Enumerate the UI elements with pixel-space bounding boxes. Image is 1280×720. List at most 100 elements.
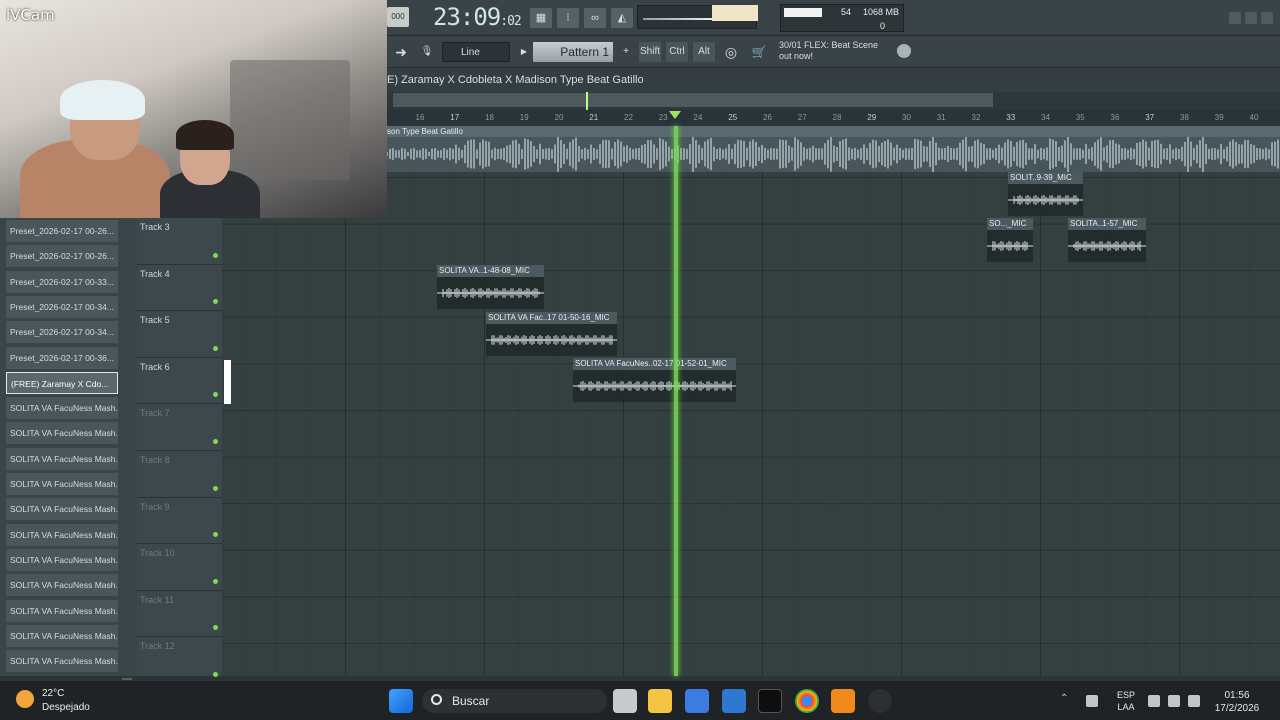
browser-item[interactable]: SOLITA VA FacuNess Mash... <box>6 523 118 546</box>
playlist-overview[interactable] <box>387 92 1280 110</box>
chrome-icon[interactable] <box>795 689 819 713</box>
track-header[interactable]: Track 9 <box>137 498 222 545</box>
playhead[interactable] <box>674 126 678 676</box>
task-view-icon[interactable] <box>613 689 637 713</box>
track-mute-led[interactable] <box>213 392 218 398</box>
clip-waveform <box>486 335 617 345</box>
browser-item[interactable]: SOLITA VA FacuNess Mash... <box>6 624 118 647</box>
clock[interactable]: 01:56 17/2/2026 <box>1212 689 1262 715</box>
file-explorer-icon[interactable] <box>648 689 672 713</box>
maximize-icon[interactable] <box>1245 12 1257 24</box>
browser-item[interactable]: SOLITA VA FacuNess Mash... <box>6 422 118 445</box>
microphone-tray-icon[interactable] <box>1086 695 1098 707</box>
play-pattern-icon[interactable]: ▶ <box>519 42 529 62</box>
language-indicator[interactable]: ESP LAA <box>1114 689 1138 713</box>
track-header[interactable]: Track 4 <box>137 265 222 312</box>
audio-clip[interactable]: SOLIT..9-39_MIC <box>1008 172 1083 216</box>
audio-clip[interactable]: SOLITA VA..1-48-08_MIC <box>437 265 544 309</box>
chevron-up-icon[interactable]: ⌃ <box>1060 693 1072 705</box>
track-mute-led[interactable] <box>213 345 218 351</box>
browser-item[interactable]: Preset_2026-02-17 00-34... <box>6 295 118 318</box>
track-header[interactable]: Track 3 <box>137 218 222 265</box>
browser-item[interactable]: SOLITA VA FacuNess Mash... <box>6 650 118 673</box>
overview-window[interactable] <box>393 93 993 107</box>
store-icon[interactable] <box>685 689 709 713</box>
loop-icon[interactable]: ∞ <box>584 8 606 28</box>
track-header[interactable]: Track 11 <box>137 591 222 638</box>
browser-item[interactable]: SOLITA VA FacuNess Mash... <box>6 548 118 571</box>
track-header[interactable]: Track 6 <box>137 358 222 405</box>
browser-item[interactable]: Preset_2026-02-17 00-34... <box>6 321 118 344</box>
news-hint[interactable]: 30/01 FLEX: Beat Scene out now! <box>779 40 899 62</box>
browser-item[interactable]: Preset_2026-02-17 00-26... <box>6 220 118 242</box>
timeline-ruler[interactable]: 16 17 18 19 20 21 22 23 24 25 26 27 28 29 30 31 32 33 34 35… <box>387 110 1280 126</box>
audio-clip[interactable]: SOLITA..1-57_MIC <box>1068 218 1146 262</box>
browser-item[interactable]: Preset_2026-02-17 00-36... <box>6 346 118 369</box>
piano-roll-icon[interactable]: ▦ <box>530 8 552 28</box>
cart-icon[interactable]: 🛒 <box>749 42 769 62</box>
track-mute-led[interactable] <box>213 252 218 258</box>
ruler-bar-number: 18 <box>485 113 494 122</box>
pattern-selector[interactable]: Pattern 1 <box>533 42 613 62</box>
ruler-bar-number: 35 <box>1075 113 1085 122</box>
clip-waveform <box>573 381 736 391</box>
audio-clip[interactable]: SOLITA VA Fac..17 01-50-16_MIC <box>486 312 617 356</box>
audio-clip[interactable]: SO..._MIC <box>987 218 1033 262</box>
arrow-right-icon[interactable]: ➜ <box>393 42 409 62</box>
shift-key[interactable]: Shift <box>639 42 661 62</box>
fl-studio-window: iVCam 000 23:09:02 ▦ ⁝ ∞ ◭ 54 1068 MB 0 … <box>0 0 1280 720</box>
ctrl-key[interactable]: Ctrl <box>666 42 688 62</box>
audio-track[interactable]: son Type Beat Gatillo <box>387 126 1280 172</box>
track-mute-led[interactable] <box>213 671 218 677</box>
feedback-icon[interactable]: ◎ <box>721 42 741 62</box>
add-pattern-icon[interactable]: + <box>619 42 633 62</box>
browser-item[interactable]: (FREE) Zaramay X Cdo... <box>6 371 118 394</box>
clip-title: SOLITA VA..1-48-08_MIC <box>437 265 544 277</box>
track-header[interactable]: Track 5 <box>137 311 222 358</box>
browser-item[interactable]: SOLITA VA FacuNess Mash... <box>6 599 118 622</box>
master-volume-slider[interactable] <box>712 5 758 21</box>
track-selector-bar[interactable] <box>224 360 231 404</box>
track-mute-led[interactable] <box>213 625 218 631</box>
capcut-icon[interactable] <box>758 689 782 713</box>
edge-icon[interactable] <box>722 689 746 713</box>
track-header[interactable]: Track 12 <box>137 637 222 684</box>
song-position-clock[interactable]: 23:09:02 <box>433 3 522 31</box>
wifi-icon[interactable] <box>1148 695 1160 707</box>
browser-item[interactable]: Preset_2026-02-17 00-33... <box>6 270 118 293</box>
browser-item[interactable]: Preset_2026-02-17 00-26... <box>6 245 118 268</box>
audio-clip[interactable]: SOLITA VA FacuNes..02-17 01-52-01_MIC <box>573 358 736 402</box>
track-mute-led[interactable] <box>213 438 218 444</box>
browser-item[interactable]: SOLITA VA FacuNess Mash... <box>6 473 118 495</box>
metronome-icon[interactable]: ◭ <box>611 8 633 28</box>
snap-select[interactable]: Line <box>442 42 510 62</box>
step-icon[interactable]: ⁝ <box>557 8 579 28</box>
track-header[interactable]: Track 10 <box>137 544 222 591</box>
battery-icon[interactable] <box>1188 695 1200 707</box>
moon-icon <box>16 690 34 708</box>
windows-start-icon[interactable] <box>389 689 413 713</box>
play-position-marker[interactable] <box>669 111 681 119</box>
fl-studio-icon[interactable] <box>831 689 855 713</box>
globe-icon[interactable] <box>897 44 911 58</box>
track-header[interactable]: Track 8 <box>137 451 222 498</box>
tempo-display[interactable]: 000 <box>387 7 409 27</box>
track-mute-led[interactable] <box>213 532 218 538</box>
cpu-memory-monitor: 54 1068 MB 0 <box>780 4 904 32</box>
volume-icon[interactable] <box>1168 695 1180 707</box>
microphone-icon[interactable]: 🎙 <box>419 42 435 62</box>
browser-item[interactable]: SOLITA VA FacuNess Mash... <box>6 498 118 521</box>
browser-item[interactable]: SOLITA VA FacuNess Mash... <box>6 447 118 470</box>
track-mute-led[interactable] <box>213 299 218 305</box>
taskbar-search[interactable]: Buscar <box>422 689 607 713</box>
minimize-icon[interactable] <box>1229 12 1241 24</box>
track-header[interactable]: Track 7 <box>137 404 222 451</box>
playlist-grid[interactable]: SOLIT..9-39_MIC SO..._MIC SOLITA..1-57_MIC… <box>222 172 1280 676</box>
close-icon[interactable] <box>1261 12 1273 24</box>
discord-icon[interactable] <box>868 689 892 713</box>
track-mute-led[interactable] <box>213 578 218 584</box>
alt-key[interactable]: Alt <box>693 42 715 62</box>
browser-item[interactable]: SOLITA VA FacuNess Mash... <box>6 397 118 420</box>
track-mute-led[interactable] <box>213 485 218 491</box>
browser-item[interactable]: SOLITA VA FacuNess Mash... <box>6 574 118 597</box>
